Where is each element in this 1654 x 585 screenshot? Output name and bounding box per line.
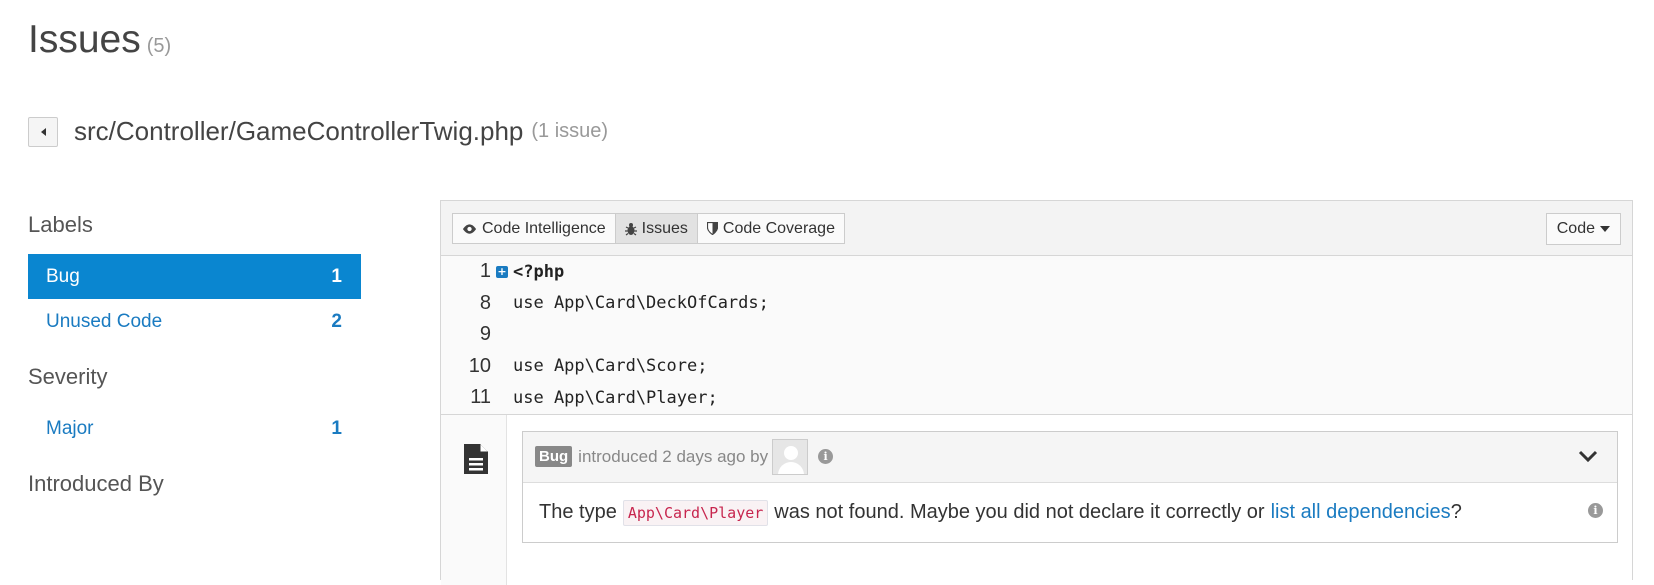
file-header: src/Controller/GameControllerTwig.php (1… [28, 116, 608, 147]
chevron-down-icon[interactable] [1577, 445, 1599, 467]
back-button[interactable] [28, 116, 58, 147]
message-middle: was not found. Maybe you did not declare… [774, 501, 1265, 523]
page-title: Issues (5) [28, 18, 171, 62]
caret-down-icon [1600, 226, 1610, 232]
issues-label: Issues [641, 219, 688, 237]
code-lines: 1 + <?php 8 use App\Card\DeckOfCards; 9 … [441, 256, 1632, 414]
code-text: use App\Card\Score; [513, 356, 708, 377]
caret-left-icon [40, 127, 46, 136]
code-intelligence-label: Code Intelligence [482, 219, 606, 237]
labels-heading: Labels [28, 212, 93, 237]
code-text: <?php [513, 261, 565, 282]
line-number: 9 [479, 323, 491, 346]
code-toolbar: Code Intelligence Issues Code Coverage C… [441, 201, 1632, 256]
file-text-icon [464, 443, 488, 474]
label-item-unused-code[interactable]: Unused Code 2 [28, 299, 361, 344]
file-path: src/Controller/GameControllerTwig.php [74, 116, 524, 146]
severity-item-text: Major [46, 417, 94, 439]
issue-card: Bug introduced 2 days ago by i The type … [522, 430, 1618, 543]
issue-meta: introduced 2 days ago by [578, 446, 769, 466]
page-title-text: Issues [28, 18, 141, 61]
list-dependencies-link[interactable]: list all dependencies [1271, 501, 1451, 524]
info-icon[interactable]: i [1588, 502, 1603, 518]
code-text: use App\Card\Player; [513, 387, 718, 408]
eye-icon [462, 223, 477, 234]
line-number: 1 [479, 260, 491, 283]
introduced-by-heading: Introduced By [28, 471, 164, 496]
line-gutter: + [491, 265, 513, 278]
code-intelligence-button[interactable]: Code Intelligence [452, 213, 616, 244]
view-mode-group: Code Intelligence Issues Code Coverage [452, 213, 845, 244]
line-number: 10 [468, 354, 491, 377]
issue-gutter [441, 414, 507, 585]
code-line: 9 [441, 319, 1632, 351]
code-line: 1 + <?php [441, 256, 1632, 288]
code-dropdown[interactable]: Code [1545, 213, 1621, 245]
code-dropdown-label: Code [1556, 220, 1595, 237]
code-coverage-button[interactable]: Code Coverage [697, 213, 845, 244]
issue-total-count: (5) [146, 35, 172, 57]
message-suffix: ? [1450, 501, 1462, 523]
info-icon[interactable]: i [818, 449, 834, 464]
code-line: 10 use App\Card\Score; [441, 351, 1632, 383]
code-line: 8 use App\Card\DeckOfCards; [441, 288, 1632, 320]
issue-message: The type App\Card\Player was not found. … [523, 483, 1617, 543]
file-issue-count: (1 issue) [531, 120, 609, 142]
label-item-count: 1 [331, 265, 342, 287]
code-coverage-label: Code Coverage [722, 219, 835, 237]
shield-icon [706, 222, 718, 235]
label-item-bug[interactable]: Bug 1 [28, 254, 361, 299]
message-prefix: The type [539, 501, 617, 523]
issue-header[interactable]: Bug introduced 2 days ago by i [523, 431, 1617, 483]
severity-item-major[interactable]: Major 1 [28, 406, 361, 451]
severity-item-count: 1 [331, 417, 342, 439]
label-item-text: Bug [46, 265, 80, 287]
avatar[interactable] [772, 438, 809, 475]
code-line: 11 use App\Card\Player; [441, 382, 1632, 414]
code-panel: Code Intelligence Issues Code Coverage C… [440, 200, 1633, 585]
line-number: 8 [479, 291, 491, 314]
expand-icon[interactable]: + [496, 265, 508, 278]
issues-button[interactable]: Issues [615, 213, 698, 244]
sidebar: Labels Bug 1 Unused Code 2 Severity Majo… [28, 200, 361, 513]
bug-icon [624, 222, 637, 235]
label-item-count: 2 [331, 310, 342, 332]
label-item-text: Unused Code [46, 310, 163, 332]
severity-heading: Severity [28, 364, 108, 389]
type-name-code: App\Card\Player [622, 499, 769, 526]
issue-label-badge: Bug [535, 446, 573, 467]
issue-area: Bug introduced 2 days ago by i The type … [441, 413, 1632, 585]
line-number: 11 [470, 386, 491, 409]
code-text: use App\Card\DeckOfCards; [513, 293, 769, 314]
